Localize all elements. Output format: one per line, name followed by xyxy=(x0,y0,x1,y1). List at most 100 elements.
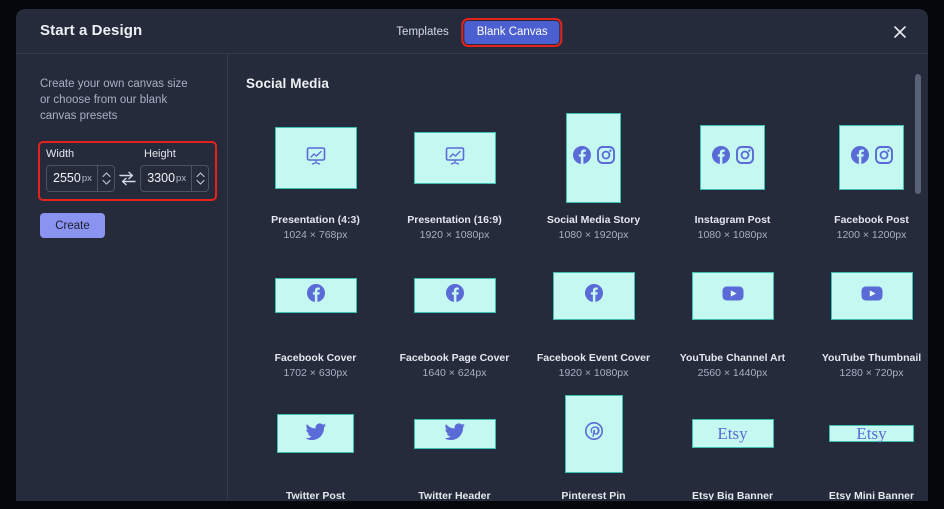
preset-thumbnail-slot xyxy=(663,109,802,206)
preset-card[interactable]: YouTube Thumbnail 1280 × 720px xyxy=(802,247,928,379)
preset-card[interactable]: Instagram Post 1080 × 1080px xyxy=(663,109,802,241)
preset-thumbnail: Etsy xyxy=(829,425,914,442)
preset-dimensions: 1920 × 1080px xyxy=(558,367,629,379)
preset-dimensions: 1640 × 624px xyxy=(422,367,487,379)
preset-thumbnail xyxy=(700,125,765,190)
preset-title: Etsy Big Banner xyxy=(691,490,774,500)
presets-scrollbar[interactable] xyxy=(915,62,921,492)
preset-card[interactable]: Etsy Etsy Big Banner xyxy=(663,385,802,500)
facebook-instagram-icons xyxy=(850,146,893,169)
pinterest-icon xyxy=(584,422,603,445)
preset-thumbnail: Etsy xyxy=(691,419,774,448)
preset-thumbnail-slot xyxy=(524,247,663,344)
twitter-icon xyxy=(443,422,465,445)
preset-thumbnail xyxy=(274,278,357,313)
preset-thumbnail xyxy=(413,278,496,313)
create-button[interactable]: Create xyxy=(40,213,105,238)
tab-group: Templates Blank Canvas xyxy=(384,17,563,47)
preset-thumbnail xyxy=(566,112,621,203)
preset-card[interactable]: Facebook Post 1200 × 1200px xyxy=(802,109,928,241)
width-label: Width xyxy=(46,148,75,160)
preset-thumbnail-slot xyxy=(663,247,802,344)
presentation-icon xyxy=(306,146,326,170)
preset-thumbnail-slot: Etsy xyxy=(802,385,928,482)
height-value: 3300 xyxy=(147,171,176,186)
instagram-icon xyxy=(596,146,615,169)
modal-header: Start a Design Templates Blank Canvas xyxy=(16,9,928,54)
preset-thumbnail-slot xyxy=(246,109,385,206)
preset-dimensions: 1080 × 1920px xyxy=(558,229,629,241)
canvas-size-fields: Width Height 2550 px 3300 px xyxy=(38,141,217,201)
preset-thumbnail xyxy=(277,414,354,453)
preset-thumbnail-slot xyxy=(246,247,385,344)
swap-dimensions-icon[interactable] xyxy=(115,171,140,186)
preset-card[interactable]: Twitter Header xyxy=(385,385,524,500)
height-unit: px xyxy=(176,172,187,184)
preset-title: Twitter Header xyxy=(418,490,491,500)
preset-title: Instagram Post xyxy=(694,214,771,226)
preset-thumbnail-slot xyxy=(246,385,385,482)
sidebar: Create your own canvas size or choose fr… xyxy=(16,54,228,500)
facebook-instagram-icons xyxy=(711,146,754,169)
preset-card[interactable]: Twitter Post xyxy=(246,385,385,500)
close-icon[interactable] xyxy=(891,23,909,41)
preset-title: YouTube Thumbnail xyxy=(821,352,922,364)
preset-dimensions: 1024 × 768px xyxy=(283,229,348,241)
preset-thumbnail-slot: Etsy xyxy=(663,385,802,482)
etsy-logo: Etsy xyxy=(717,424,748,443)
preset-title: Facebook Page Cover xyxy=(399,352,510,364)
facebook-instagram-icons xyxy=(572,146,615,169)
width-unit: px xyxy=(81,172,92,184)
preset-thumbnail xyxy=(552,271,635,320)
preset-card[interactable]: YouTube Channel Art 2560 × 1440px xyxy=(663,247,802,379)
preset-title: Facebook Event Cover xyxy=(536,352,651,364)
preset-card[interactable]: Facebook Cover 1702 × 630px xyxy=(246,247,385,379)
preset-card[interactable]: Presentation (16:9) 1920 × 1080px xyxy=(385,109,524,241)
page-title: Start a Design xyxy=(40,22,143,39)
preset-card[interactable]: Pinterest Pin xyxy=(524,385,663,500)
height-input[interactable]: 3300 px xyxy=(140,165,209,192)
facebook-icon xyxy=(850,146,869,169)
section-title: Social Media xyxy=(246,76,329,91)
preset-title: Facebook Cover xyxy=(274,352,357,364)
preset-thumbnail-slot xyxy=(385,109,524,206)
height-stepper[interactable] xyxy=(190,166,205,191)
preset-thumbnail xyxy=(691,271,774,320)
preset-thumbnail xyxy=(413,418,496,449)
preset-card[interactable]: Facebook Page Cover 1640 × 624px xyxy=(385,247,524,379)
preset-thumbnail-slot xyxy=(385,247,524,344)
etsy-logo: Etsy xyxy=(856,424,887,443)
preset-title: Etsy Mini Banner xyxy=(828,490,915,500)
preset-dimensions: 2560 × 1440px xyxy=(697,367,768,379)
instagram-icon xyxy=(874,146,893,169)
preset-dimensions: 1920 × 1080px xyxy=(419,229,490,241)
width-stepper[interactable] xyxy=(96,166,111,191)
preset-card[interactable]: Etsy Etsy Mini Banner xyxy=(802,385,928,500)
facebook-icon xyxy=(572,146,591,169)
preset-thumbnail-slot xyxy=(385,385,524,482)
preset-dimensions: 1080 × 1080px xyxy=(697,229,768,241)
tab-blank-canvas[interactable]: Blank Canvas xyxy=(461,17,563,47)
preset-thumbnail xyxy=(839,125,904,190)
youtube-icon xyxy=(722,285,744,307)
presets-panel: Social Media Presentation (4:3) 1024 × 76… xyxy=(228,54,928,500)
preset-dimensions: 1702 × 630px xyxy=(283,367,348,379)
modal-body: Create your own canvas size or choose fr… xyxy=(16,54,928,500)
tab-templates[interactable]: Templates xyxy=(384,21,460,44)
presets-scrollbar-thumb[interactable] xyxy=(915,74,921,194)
preset-card-grid: Presentation (4:3) 1024 × 768px Presentati… xyxy=(246,109,928,500)
preset-card[interactable]: Facebook Event Cover 1920 × 1080px xyxy=(524,247,663,379)
instagram-icon xyxy=(735,146,754,169)
preset-title: Facebook Post xyxy=(834,214,909,226)
facebook-icon xyxy=(306,284,325,307)
preset-title: Pinterest Pin xyxy=(561,490,626,500)
sidebar-description: Create your own canvas size or choose fr… xyxy=(40,78,188,122)
width-input[interactable]: 2550 px xyxy=(46,165,115,192)
preset-thumbnail xyxy=(274,126,357,189)
preset-title: YouTube Channel Art xyxy=(679,352,786,364)
start-a-design-modal: Start a Design Templates Blank Canvas Cr… xyxy=(16,9,928,501)
preset-card[interactable]: Social Media Story 1080 × 1920px xyxy=(524,109,663,241)
preset-card[interactable]: Presentation (4:3) 1024 × 768px xyxy=(246,109,385,241)
preset-dimensions: 1200 × 1200px xyxy=(836,229,907,241)
facebook-icon xyxy=(445,284,464,307)
